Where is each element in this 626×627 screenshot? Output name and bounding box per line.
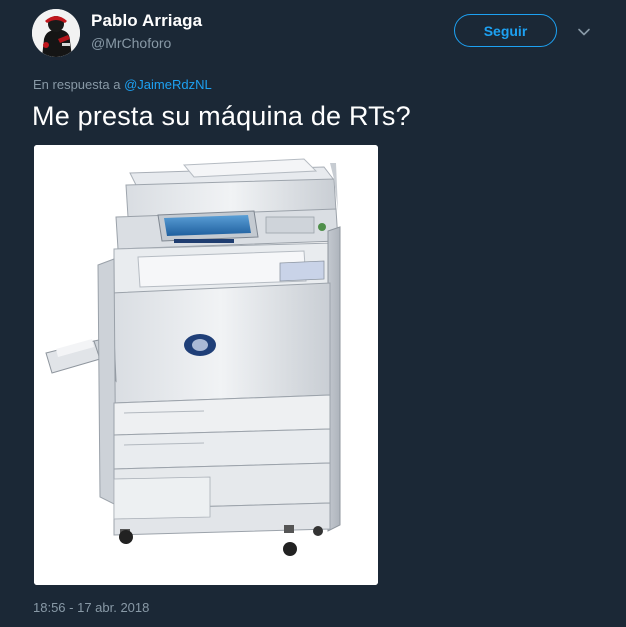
user-handle[interactable]: @MrChoforo [91,35,171,51]
user-name[interactable]: Pablo Arriaga [91,11,202,31]
reply-prefix: En respuesta a [33,77,121,92]
avatar[interactable] [32,9,80,57]
reply-mention-link[interactable]: @JaimeRdzNL [124,77,212,92]
chevron-down-icon[interactable] [576,24,592,40]
tweet-image[interactable] [34,145,378,585]
tweet-timestamp[interactable]: 18:56 - 17 abr. 2018 [33,600,149,615]
follow-button[interactable]: Seguir [454,14,557,47]
tweet-text: Me presta su máquina de RTs? [32,101,411,131]
photocopier-image [34,145,378,585]
tweet: Pablo Arriaga @MrChoforo Seguir En respu… [0,0,626,627]
reply-context: En respuesta a @JaimeRdzNL [33,77,212,92]
avatar-image [32,9,80,57]
